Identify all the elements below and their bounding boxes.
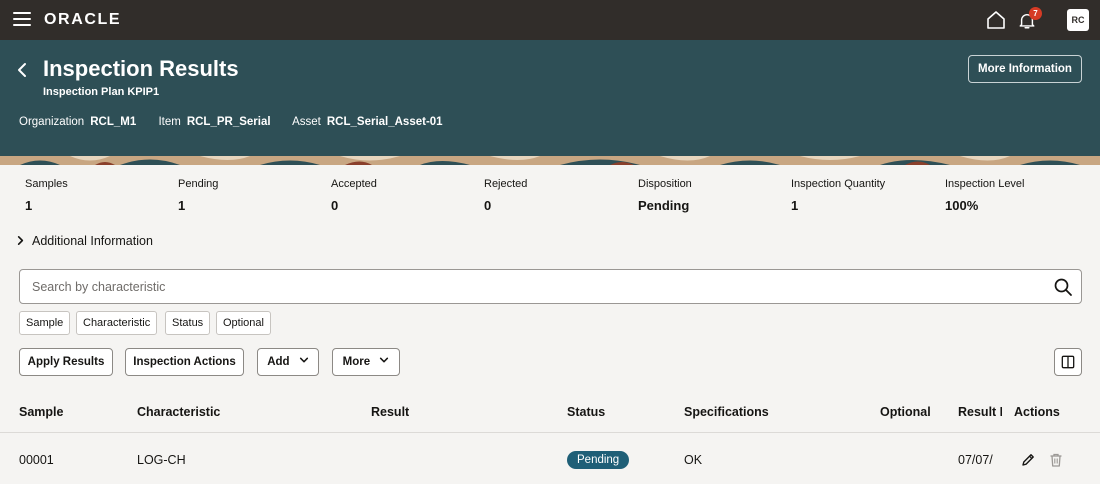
filter-characteristic[interactable]: Characteristic [76,311,158,335]
search-icon[interactable] [1053,277,1073,297]
add-button-label: Add [267,356,290,368]
chevron-right-icon [17,236,24,245]
search-input[interactable] [32,278,1032,296]
metric-label: Inspection Level [945,178,1025,190]
column-header-specifications[interactable]: Specifications [684,405,769,419]
column-header-characteristic[interactable]: Characteristic [137,405,220,419]
column-header-sample[interactable]: Sample [19,405,63,419]
table-header-divider [0,432,1100,433]
column-header-status[interactable]: Status [567,405,605,419]
column-header-result[interactable]: Result [371,405,409,419]
edit-icon[interactable] [1020,452,1036,468]
global-header: ORACLE 7 RC [0,0,1100,40]
metric-value: 100% [945,198,979,213]
metric-label: Accepted [331,178,377,190]
more-information-button[interactable]: More Information [968,55,1082,83]
column-header-actions: Actions [1014,405,1060,419]
page-subtitle: Inspection Plan KPIP1 [43,86,160,98]
metric-inspection-level: Inspection Level 100% [945,178,1025,213]
metric-label: Inspection Quantity [791,178,886,190]
inspection-actions-button[interactable]: Inspection Actions [125,348,244,376]
columns-button[interactable] [1054,348,1082,376]
metric-label: Pending [178,178,219,190]
decorative-banner [0,156,1100,165]
columns-icon [1061,355,1075,369]
add-button[interactable]: Add [257,348,319,376]
metric-value: Pending [638,198,690,213]
additional-information-label: Additional Information [32,234,153,248]
metric-rejected: Rejected 0 [484,178,527,213]
search-box [19,269,1082,304]
filter-optional[interactable]: Optional [216,311,271,335]
organization-label: Organization [19,116,85,128]
column-header-result-date[interactable]: Result D [958,405,1002,419]
metric-value: 0 [484,198,492,213]
metric-label: Disposition [638,178,692,190]
notification-badge: 7 [1029,7,1042,20]
back-icon[interactable] [14,61,32,79]
delete-icon[interactable] [1048,452,1064,468]
user-avatar[interactable]: RC [1067,9,1089,31]
item-label: Item [158,116,181,128]
additional-information-toggle[interactable]: Additional Information [15,234,153,248]
metric-label: Samples [25,178,68,190]
filter-sample[interactable]: Sample [19,311,71,335]
oracle-logo[interactable]: ORACLE [44,11,121,29]
home-icon[interactable] [986,10,1006,30]
metric-samples: Samples 1 [25,178,68,213]
asset-value: RCL_Serial_Asset-01 [326,116,443,128]
asset-label: Asset [292,116,321,128]
status-badge: Pending [567,451,630,469]
metric-value: 1 [178,198,186,213]
metric-inspection-quantity: Inspection Quantity 1 [791,178,885,213]
metric-value: 0 [331,198,339,213]
chevron-down-icon [380,357,389,363]
cell-result-date: 07/07/ [958,453,993,467]
metric-value: 1 [791,198,799,213]
cell-sample: 00001 [19,453,54,467]
notifications-button[interactable]: 7 [1018,7,1042,32]
metric-disposition: Disposition Pending [638,178,692,213]
menu-icon[interactable] [13,12,31,28]
metric-pending: Pending 1 [178,178,218,213]
cell-characteristic: LOG-CH [137,453,186,467]
page-title: Inspection Results [43,56,239,81]
filter-status[interactable]: Status [165,311,211,335]
more-button-label: More [342,356,371,368]
metric-accepted: Accepted 0 [331,178,377,213]
metric-value: 1 [25,198,33,213]
metric-label: Rejected [484,178,528,190]
cell-specifications: OK [684,453,703,467]
header-fields: Organization RCL_M1 Item RCL_PR_Serial Ass… [19,116,462,128]
page-header: Inspection Results Inspection Plan KPIP1… [0,40,1100,156]
chevron-down-icon [299,357,308,363]
item-value: RCL_PR_Serial [186,116,271,128]
column-header-optional[interactable]: Optional [880,405,931,419]
apply-results-button[interactable]: Apply Results [19,348,113,376]
organization-value: RCL_M1 [90,116,137,128]
more-button[interactable]: More [332,348,400,376]
